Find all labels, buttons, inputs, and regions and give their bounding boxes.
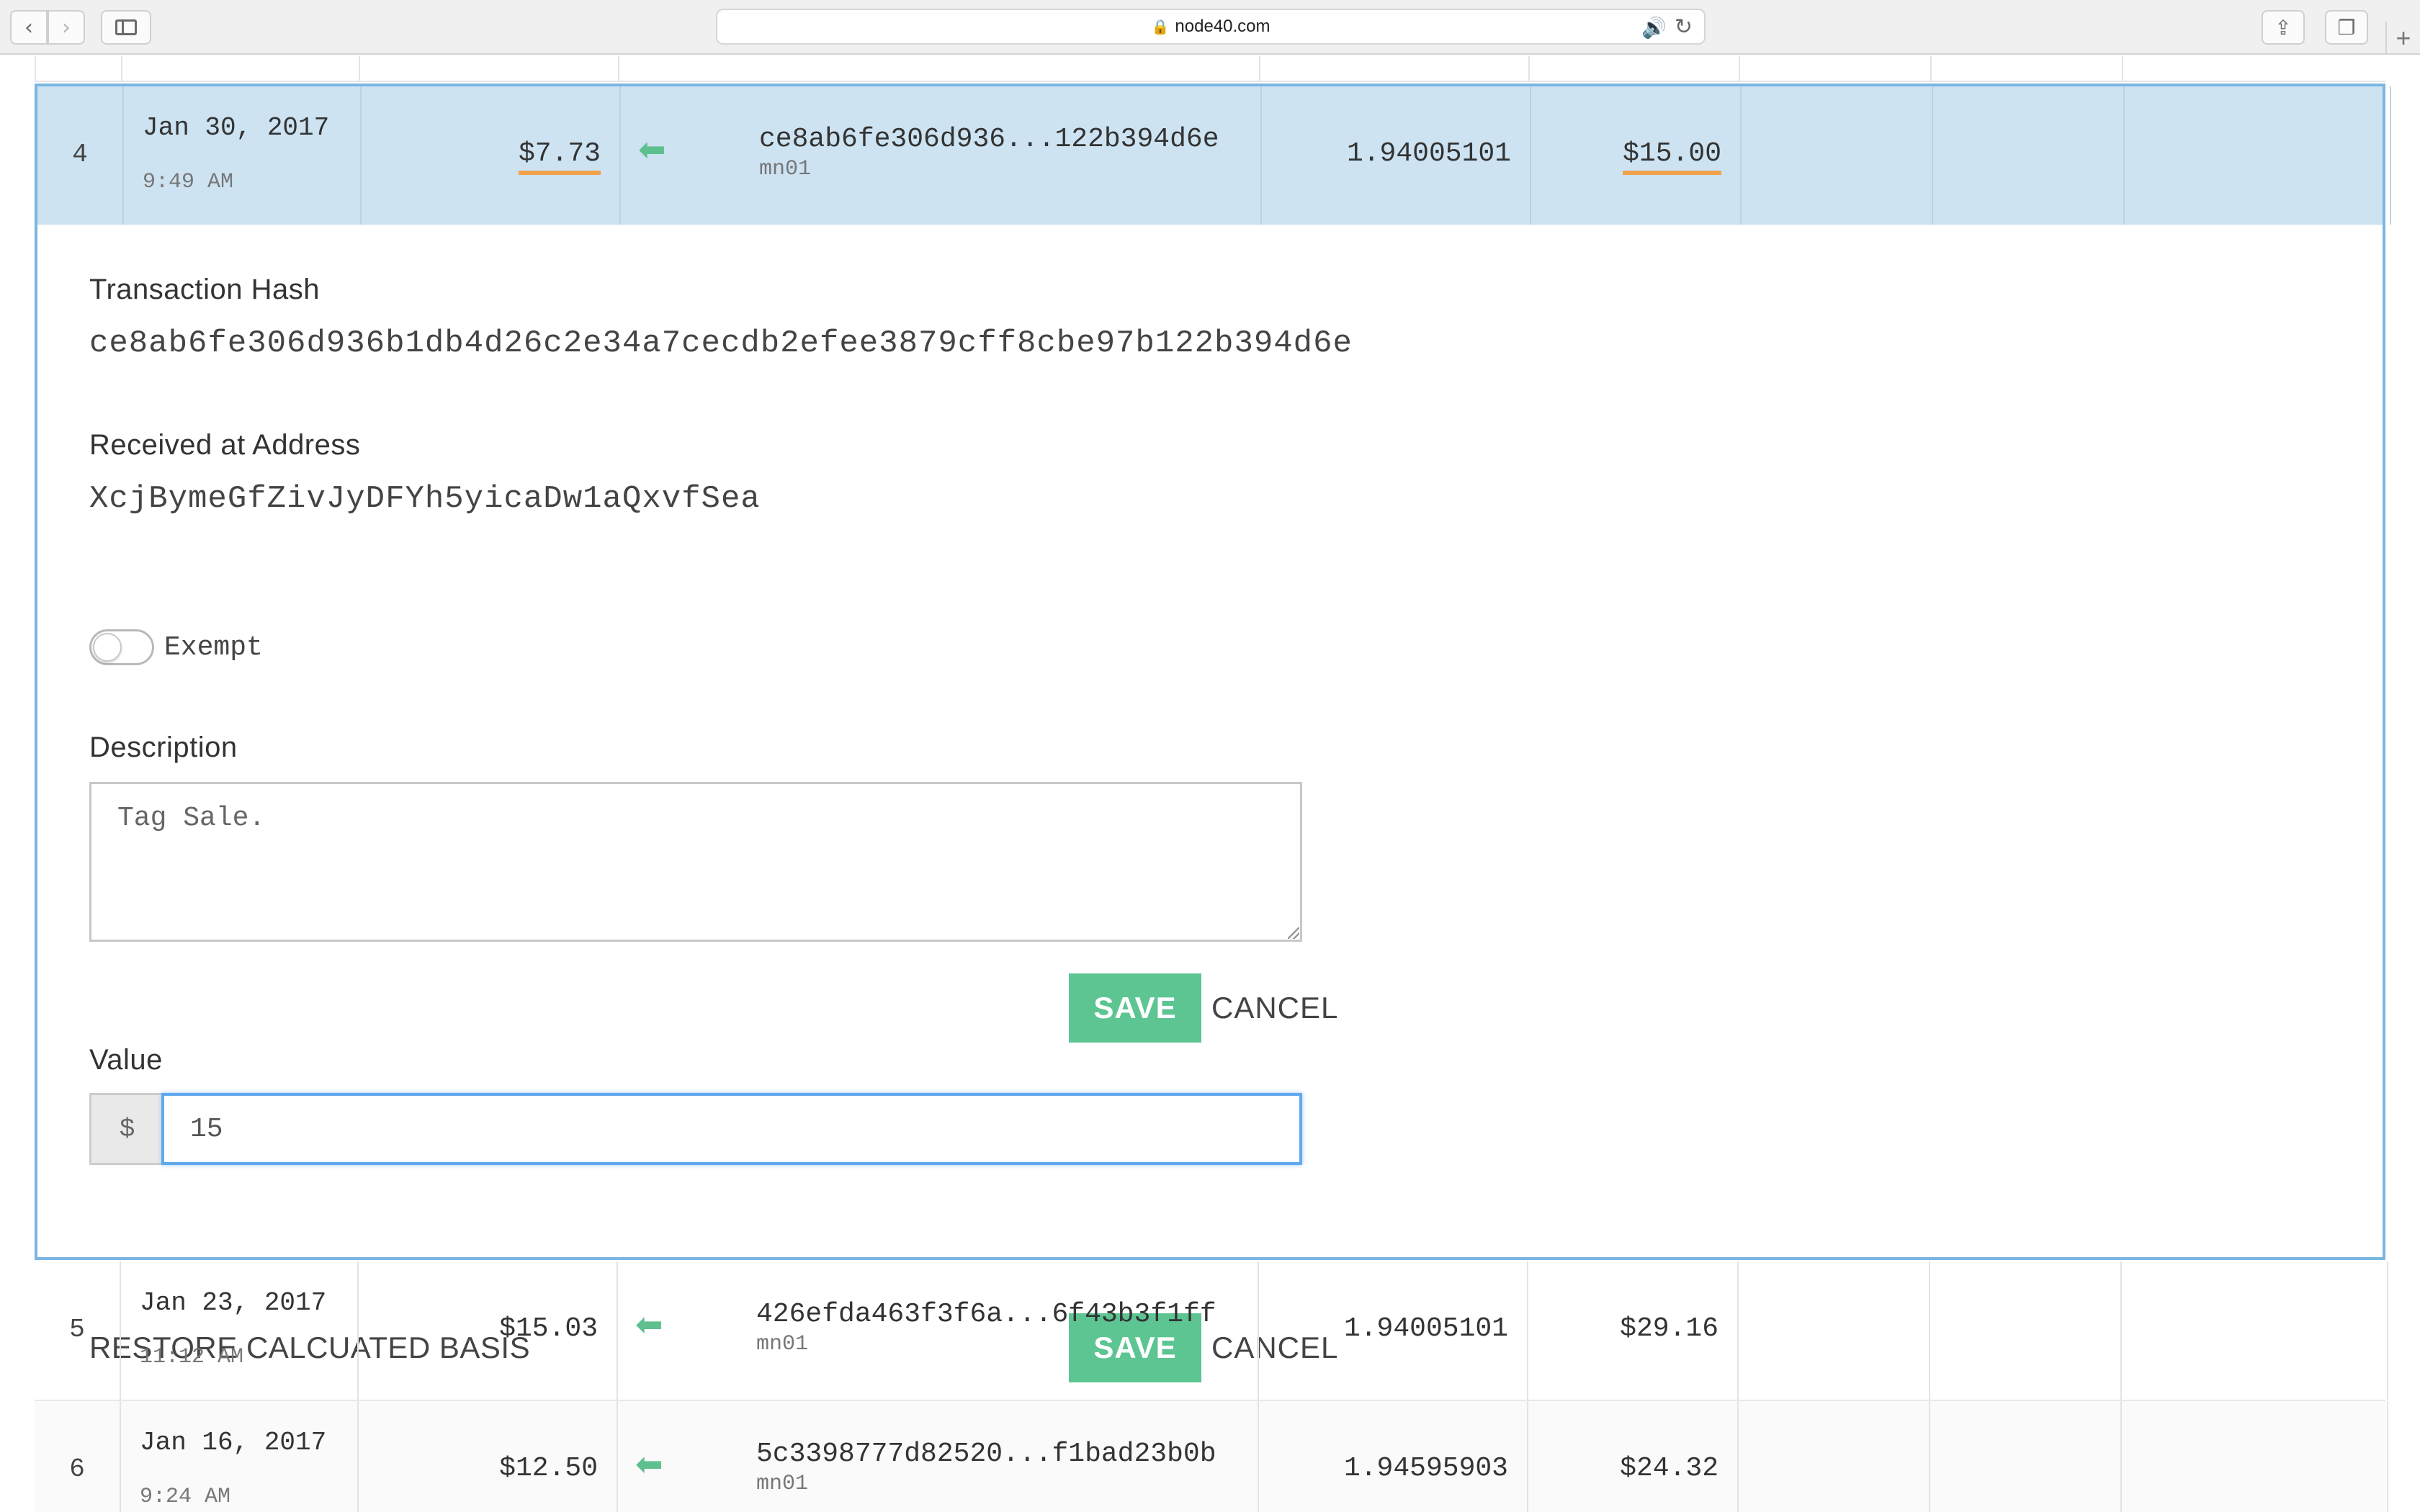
share-icon: ⇪ [2275, 15, 2292, 40]
exempt-toggle[interactable] [89, 629, 154, 665]
lock-icon: 🔒 [1151, 18, 1170, 35]
transaction-detail-panel: Transaction Hash ce8ab6fe306d936b1db4d26… [35, 225, 2385, 1382]
row-time: 9:49 AM [143, 170, 234, 194]
arrow-left-icon: ⬅ [635, 1305, 663, 1344]
row-time: 9:24 AM [140, 1485, 231, 1509]
description-cancel-button[interactable]: CANCEL [1211, 991, 1338, 1025]
row-date: Jan 30, 2017 [143, 113, 330, 143]
table-row[interactable]: 6 Jan 16, 2017 9:24 AM $12.50 ⬅ 5c339877… [35, 1401, 2388, 1512]
transactions-table: 4 Jan 30, 2017 9:49 AM $7.73 ⬅ ce8ab6fe3… [0, 56, 2420, 1512]
description-label: Description [89, 732, 238, 763]
forward-button[interactable]: › [48, 10, 85, 45]
toggle-knob [93, 633, 122, 662]
description-textarea[interactable]: Tag Sale. [89, 782, 1302, 942]
back-button[interactable]: ‹ [10, 10, 48, 45]
usd-value[interactable]: $24.32 [1620, 1453, 1718, 1484]
row-date: Jan 16, 2017 [140, 1428, 327, 1457]
exempt-label: Exempt [164, 632, 263, 663]
reload-icon[interactable]: ↻ [1675, 14, 1693, 40]
chevron-right-icon: › [62, 14, 71, 40]
coin-amount: 1.94005101 [1346, 138, 1511, 169]
row-date: Jan 23, 2017 [140, 1288, 327, 1318]
description-save-button[interactable]: SAVE [1069, 973, 1201, 1043]
node-name: mn01 [759, 157, 812, 181]
usd-value[interactable]: $15.00 [1623, 138, 1721, 175]
received-address: XcjBymeGfZivJyDFYh5yicaDw1aQxvfSea [89, 481, 761, 517]
show-tabs-button[interactable]: ❐ [2325, 10, 2368, 45]
speaker-icon[interactable]: 🔊 [1641, 16, 1667, 40]
cost-basis[interactable]: $7.73 [518, 138, 601, 175]
tx-hash-label: Transaction Hash [89, 274, 320, 305]
coin-amount: 1.94595903 [1343, 1453, 1508, 1484]
cost-basis[interactable]: $12.50 [499, 1453, 598, 1484]
url-text: node40.com [1175, 17, 1270, 36]
table-row[interactable]: 5 Jan 23, 2017 11:12 AM $15.03 ⬅ 426efda… [35, 1261, 2388, 1401]
row-number: 5 [69, 1315, 85, 1344]
value-input-group: $ [89, 1093, 1302, 1165]
address-label: Received at Address [89, 429, 361, 461]
cost-basis[interactable]: $15.03 [499, 1313, 598, 1344]
currency-prefix: $ [89, 1093, 163, 1165]
sidebar-icon [115, 19, 137, 35]
table-row-previous [35, 56, 2385, 82]
share-button[interactable]: ⇪ [2262, 10, 2305, 45]
row-time: 11:12 AM [140, 1345, 244, 1369]
coin-amount: 1.94005101 [1343, 1313, 1508, 1344]
tx-hash-full: ce8ab6fe306d936b1db4d26c2e34a7cecdb2efee… [89, 325, 1353, 361]
value-label: Value [89, 1044, 163, 1076]
tx-hash-short[interactable]: 5c3398777d82520...f1bad23b0b [756, 1439, 1216, 1470]
new-tab-button[interactable]: + [2385, 22, 2420, 55]
row-number: 4 [72, 140, 88, 169]
tabs-icon: ❐ [2337, 15, 2356, 40]
arrow-left-icon: ⬅ [638, 130, 666, 168]
tx-hash-short[interactable]: ce8ab6fe306d936...122b394d6e [759, 124, 1219, 155]
value-input[interactable] [161, 1093, 1302, 1165]
arrow-left-icon: ⬅ [635, 1444, 663, 1483]
node-name: mn01 [756, 1472, 809, 1496]
browser-toolbar: ‹ › 🔒 node40.com 🔊 ↻ ⇪ ❐ + [0, 0, 2420, 55]
resize-handle-icon[interactable] [1288, 927, 1299, 939]
usd-value[interactable]: $29.16 [1620, 1313, 1718, 1344]
plus-icon: + [2396, 23, 2411, 53]
chevron-left-icon: ‹ [24, 14, 33, 40]
sidebar-toggle-button[interactable] [101, 10, 151, 45]
table-row-selected[interactable]: 4 Jan 30, 2017 9:49 AM $7.73 ⬅ ce8ab6fe3… [35, 84, 2391, 225]
row-number: 6 [69, 1454, 85, 1484]
tx-hash-short[interactable]: 426efda463f3f6a...6f43b3f1ff [756, 1299, 1216, 1330]
address-bar[interactable]: 🔒 node40.com 🔊 ↻ [716, 9, 1706, 45]
node-name: mn01 [756, 1332, 809, 1356]
